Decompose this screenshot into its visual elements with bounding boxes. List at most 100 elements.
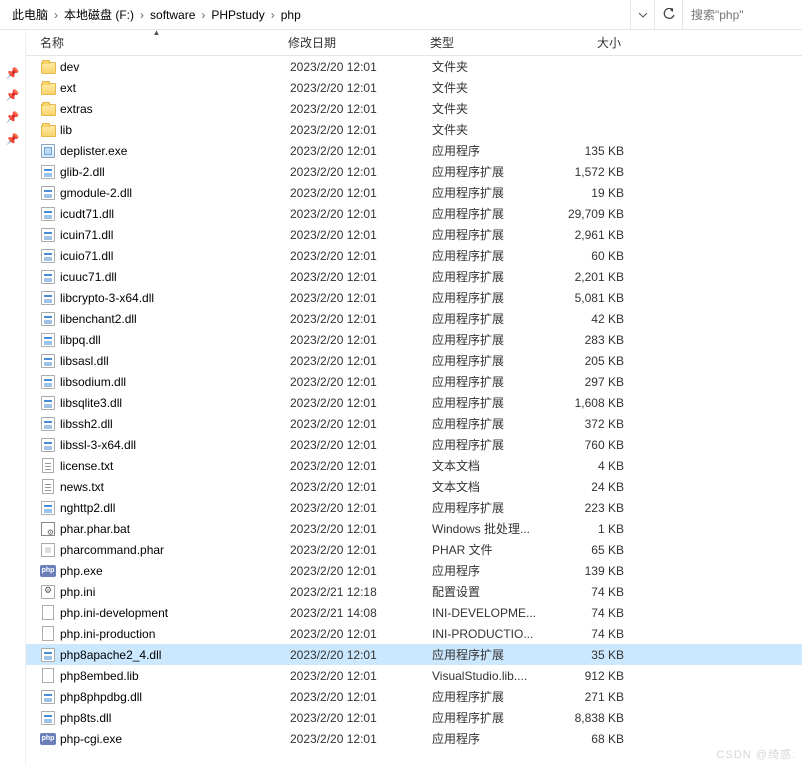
file-name: libsqlite3.dll	[60, 396, 122, 410]
file-name: libpq.dll	[60, 333, 101, 347]
file-name: dev	[60, 60, 79, 74]
cell-name: nghttp2.dll	[28, 500, 290, 516]
table-row[interactable]: libenchant2.dll2023/2/20 12:01应用程序扩展42 K…	[26, 308, 802, 329]
table-row[interactable]: php.ini2023/2/21 12:18配置设置74 KB	[26, 581, 802, 602]
breadcrumb-segment[interactable]: 此电脑	[8, 0, 52, 29]
dll-icon	[40, 710, 56, 726]
cell-name: libenchant2.dll	[28, 311, 290, 327]
cell-name: ext	[28, 80, 290, 96]
table-row[interactable]: phpphp.exe2023/2/20 12:01应用程序139 KB	[26, 560, 802, 581]
table-row[interactable]: php.ini-production2023/2/20 12:01INI-PRO…	[26, 623, 802, 644]
table-row[interactable]: nghttp2.dll2023/2/20 12:01应用程序扩展223 KB	[26, 497, 802, 518]
cell-type: 应用程序扩展	[432, 709, 560, 726]
table-row[interactable]: icudt71.dll2023/2/20 12:01应用程序扩展29,709 K…	[26, 203, 802, 224]
table-row[interactable]: icuio71.dll2023/2/20 12:01应用程序扩展60 KB	[26, 245, 802, 266]
file-name: libssh2.dll	[60, 417, 113, 431]
table-row[interactable]: libsasl.dll2023/2/20 12:01应用程序扩展205 KB	[26, 350, 802, 371]
table-row[interactable]: dev2023/2/20 12:01文件夹	[26, 56, 802, 77]
file-name: news.txt	[60, 480, 104, 494]
sort-ascending-icon: ▲	[153, 30, 161, 37]
table-row[interactable]: news.txt2023/2/20 12:01文本文档24 KB	[26, 476, 802, 497]
cell-type: PHAR 文件	[432, 541, 560, 558]
pin-icon[interactable]: 📌	[4, 108, 22, 126]
table-row[interactable]: phar.phar.bat2023/2/20 12:01Windows 批处理.…	[26, 518, 802, 539]
cell-name: libssh2.dll	[28, 416, 290, 432]
search-input[interactable]	[691, 8, 794, 22]
file-name: php-cgi.exe	[60, 732, 122, 746]
cell-type: 应用程序扩展	[432, 688, 560, 705]
cell-size: 42 KB	[560, 312, 634, 326]
column-name[interactable]: ▲ 名称	[26, 30, 288, 55]
file-name: libsasl.dll	[60, 354, 109, 368]
table-row[interactable]: libcrypto-3-x64.dll2023/2/20 12:01应用程序扩展…	[26, 287, 802, 308]
cell-name: icuio71.dll	[28, 248, 290, 264]
history-dropdown[interactable]	[630, 0, 654, 29]
column-date[interactable]: 修改日期	[288, 30, 430, 55]
breadcrumb[interactable]: 此电脑›本地磁盘 (F:)›software›PHPstudy›php	[0, 0, 630, 29]
cell-date: 2023/2/20 12:01	[290, 627, 432, 641]
chevron-right-icon: ›	[269, 8, 277, 22]
cell-type: 应用程序扩展	[432, 373, 560, 390]
cell-name: php.ini	[28, 584, 290, 600]
folder-icon	[40, 101, 56, 117]
file-name: deplister.exe	[60, 144, 127, 158]
file-name: php.ini	[60, 585, 95, 599]
table-row[interactable]: libssl-3-x64.dll2023/2/20 12:01应用程序扩展760…	[26, 434, 802, 455]
cell-date: 2023/2/20 12:01	[290, 669, 432, 683]
dll-icon	[40, 185, 56, 201]
file-name: php8apache2_4.dll	[60, 648, 161, 662]
table-row[interactable]: libsqlite3.dll2023/2/20 12:01应用程序扩展1,608…	[26, 392, 802, 413]
column-size[interactable]: 大小	[558, 30, 632, 55]
table-row[interactable]: gmodule-2.dll2023/2/20 12:01应用程序扩展19 KB	[26, 182, 802, 203]
cell-date: 2023/2/20 12:01	[290, 333, 432, 347]
blank-icon	[40, 605, 56, 621]
dll-icon	[40, 227, 56, 243]
table-row[interactable]: ext2023/2/20 12:01文件夹	[26, 77, 802, 98]
table-row[interactable]: icuuc71.dll2023/2/20 12:01应用程序扩展2,201 KB	[26, 266, 802, 287]
table-row[interactable]: phpphp-cgi.exe2023/2/20 12:01应用程序68 KB	[26, 728, 802, 749]
table-row[interactable]: libssh2.dll2023/2/20 12:01应用程序扩展372 KB	[26, 413, 802, 434]
table-row[interactable]: php.ini-development2023/2/21 14:08INI-DE…	[26, 602, 802, 623]
table-row[interactable]: php8phpdbg.dll2023/2/20 12:01应用程序扩展271 K…	[26, 686, 802, 707]
table-row[interactable]: php8ts.dll2023/2/20 12:01应用程序扩展8,838 KB	[26, 707, 802, 728]
breadcrumb-segment[interactable]: 本地磁盘 (F:)	[60, 0, 138, 29]
pin-icon[interactable]: 📌	[4, 64, 22, 82]
table-row[interactable]: extras2023/2/20 12:01文件夹	[26, 98, 802, 119]
table-row[interactable]: glib-2.dll2023/2/20 12:01应用程序扩展1,572 KB	[26, 161, 802, 182]
cell-type: 文件夹	[432, 58, 560, 75]
file-name: php.exe	[60, 564, 103, 578]
table-row[interactable]: libsodium.dll2023/2/20 12:01应用程序扩展297 KB	[26, 371, 802, 392]
table-row[interactable]: icuin71.dll2023/2/20 12:01应用程序扩展2,961 KB	[26, 224, 802, 245]
chevron-right-icon: ›	[138, 8, 146, 22]
cell-date: 2023/2/20 12:01	[290, 354, 432, 368]
table-row[interactable]: pharcommand.phar2023/2/20 12:01PHAR 文件65…	[26, 539, 802, 560]
breadcrumb-segment[interactable]: php	[277, 0, 305, 29]
table-row[interactable]: lib2023/2/20 12:01文件夹	[26, 119, 802, 140]
dll-icon	[40, 647, 56, 663]
table-row[interactable]: deplister.exe2023/2/20 12:01应用程序135 KB	[26, 140, 802, 161]
cell-date: 2023/2/20 12:01	[290, 438, 432, 452]
cell-type: 应用程序扩展	[432, 163, 560, 180]
cell-date: 2023/2/20 12:01	[290, 165, 432, 179]
file-name: glib-2.dll	[60, 165, 105, 179]
cell-type: 应用程序扩展	[432, 415, 560, 432]
breadcrumb-segment[interactable]: PHPstudy	[207, 0, 268, 29]
table-row[interactable]: php8apache2_4.dll2023/2/20 12:01应用程序扩展35…	[26, 644, 802, 665]
cell-size: 74 KB	[560, 606, 634, 620]
cell-date: 2023/2/20 12:01	[290, 396, 432, 410]
table-row[interactable]: php8embed.lib2023/2/20 12:01VisualStudio…	[26, 665, 802, 686]
pin-icon[interactable]: 📌	[4, 86, 22, 104]
refresh-button[interactable]	[654, 0, 682, 29]
breadcrumb-segment[interactable]: software	[146, 0, 199, 29]
table-row[interactable]: libpq.dll2023/2/20 12:01应用程序扩展283 KB	[26, 329, 802, 350]
pin-icon[interactable]: 📌	[4, 130, 22, 148]
table-row[interactable]: license.txt2023/2/20 12:01文本文档4 KB	[26, 455, 802, 476]
search-box[interactable]	[682, 0, 802, 29]
file-list[interactable]: ▲ 名称 修改日期 类型 大小 dev2023/2/20 12:01文件夹ext…	[26, 30, 802, 766]
column-type[interactable]: 类型	[430, 30, 558, 55]
cell-name: icudt71.dll	[28, 206, 290, 222]
columns-header[interactable]: ▲ 名称 修改日期 类型 大小	[26, 30, 802, 56]
cell-type: INI-PRODUCTIO...	[432, 627, 560, 641]
chevron-right-icon: ›	[52, 8, 60, 22]
cell-date: 2023/2/20 12:01	[290, 249, 432, 263]
